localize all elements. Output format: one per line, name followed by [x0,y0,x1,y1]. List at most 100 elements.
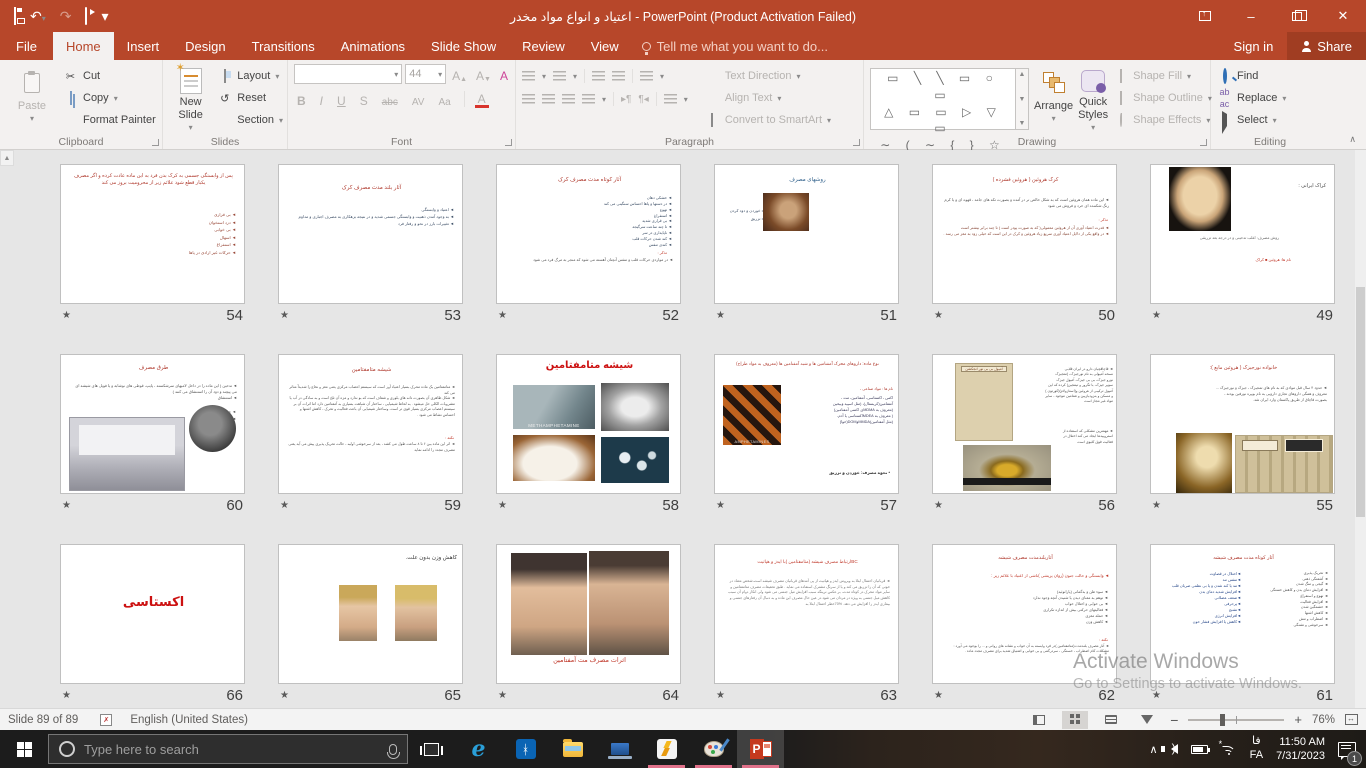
slide-show-icon[interactable] [1134,711,1160,729]
find-button[interactable]: Find [1217,67,1286,85]
slide-50-thumbnail[interactable]: کرک هروئین ( هروئین فشرده )◄ این ماده هم… [932,164,1117,304]
collapse-ribbon-icon[interactable]: ∧ [1349,134,1356,145]
start-from-beginning-icon[interactable] [85,9,87,23]
slide-text: نکته : [1068,637,1108,642]
font-dialog-launcher-icon[interactable] [505,139,512,146]
fit-to-window-icon[interactable] [1345,714,1358,725]
shape-effects-button[interactable]: Shape Effects▾ [1113,111,1212,129]
tab-design[interactable]: Design [172,32,238,60]
slide-58-thumbnail[interactable]: شیشه متامفتامینMETHAMPHETAMINE [496,354,681,494]
spell-check-icon[interactable]: ✗ [100,714,112,726]
reset-button[interactable]: ↺Reset [217,89,283,107]
zoom-slider-thumb[interactable] [1220,714,1225,726]
drawing-dialog-launcher-icon[interactable] [1200,139,1207,146]
slide-sorter-view-icon[interactable] [1062,711,1088,729]
volume-icon[interactable] [1171,744,1178,754]
shapes-gallery-scroll[interactable]: ▲▼▼ [1016,68,1029,130]
close-icon[interactable]: ✕ [1320,0,1366,32]
slide-57-thumbnail[interactable]: نوع ماده: داروهای محرک آمفتامین ها و شبه… [714,354,899,494]
slide-53-thumbnail[interactable]: آثار بلند مدت مصرف کرک◄ اعتیاد و وابستگی… [278,164,463,304]
slide-63-thumbnail[interactable]: BCارتباط مصرف شیشه (متامفتامین )با ایدز … [714,544,899,684]
new-slide-button[interactable]: New Slide▾ [169,64,212,133]
customize-qat-icon[interactable]: ▾ [101,9,108,23]
shape-fill-button[interactable]: Shape Fill▾ [1113,67,1212,85]
restore-icon[interactable] [1274,0,1320,32]
undo-icon[interactable]: ↶▾ [30,9,46,23]
slide-59-thumbnail[interactable]: شیشه متامفتامین◄ متامفتامین یک ماده محرک… [278,354,463,494]
convert-to-smartart-button[interactable]: Convert to SmartArt▾ [705,111,831,129]
taskbar-search-input[interactable]: Type here to search [48,734,408,764]
font-name-combo[interactable]: ▾ [294,64,402,84]
replace-button[interactable]: abacReplace▾ [1217,89,1286,107]
slide-52-thumbnail[interactable]: آثار کوتاه مدت مصرف کرک◄ خشکی دهان ◄ در … [496,164,681,304]
paragraph-dialog-launcher-icon[interactable] [853,139,860,146]
slide-55-thumbnail[interactable]: خانواده نورجیزک ( هروئین مایع ):◄ حدود ۴… [1150,354,1335,494]
tab-review[interactable]: Review [509,32,578,60]
slide-51-thumbnail[interactable]: روشهای مصرف• خوردن و دود کردن • تزریق [714,164,899,304]
scroll-up-icon[interactable]: ▲ [0,150,14,166]
tab-animations[interactable]: Animations [328,32,418,60]
clock[interactable]: 11:50 AM7/31/2023 [1276,735,1325,764]
ribbon-display-options-icon[interactable] [1182,0,1228,32]
winamp-button[interactable] [643,730,690,768]
select-button[interactable]: Select▾ [1217,111,1286,129]
edge-button[interactable]: e [455,730,502,768]
minimize-icon[interactable]: – [1228,0,1274,32]
vertical-scrollbar[interactable] [1355,150,1366,708]
zoom-level[interactable]: 76% [1312,714,1335,726]
bluetooth-button[interactable]: ᚼ [502,730,549,768]
wifi-icon[interactable]: * [1221,743,1237,755]
slide-54-thumbnail[interactable]: پس از وابستگی جسمی به کرک بدن فرد به این… [60,164,245,304]
powerpoint-button[interactable]: P [737,730,784,768]
scrollbar-thumb[interactable] [1356,287,1365,517]
slide-60-thumbnail[interactable]: طرق مصرف◄ تدخین ( این ماده را در داخل لا… [60,354,245,494]
slide-cell: آثار بلند مدت مصرف کرک◄ اعتیاد و وابستگی… [278,164,463,324]
shapes-gallery[interactable]: ▭ ╲ ╲ ▭ ○ ▭ △ ▭ ▭ ▷ ▽ ▭ ∼ ( ∼ { } ☆ [870,68,1016,130]
tab-file[interactable]: File [0,32,53,60]
text-direction-button[interactable]: Text Direction▾ [705,67,831,85]
layout-button[interactable]: Layout▾ [217,67,283,85]
cut-button[interactable]: ✂Cut [63,67,156,85]
file-explorer-button[interactable] [549,730,596,768]
align-text-button[interactable]: Align Text▾ [705,89,831,107]
format-painter-button[interactable]: Format Painter [63,111,156,129]
battery-icon[interactable] [1191,745,1208,754]
paint-button[interactable] [690,730,737,768]
slide-text: آثار کوتاه مدت مصرف کرک [517,177,662,184]
slide-56-thumbnail[interactable]: آمپول بی بی نور انجکشن◄ قاچاقچیان دارو د… [932,354,1117,494]
clipboard-dialog-launcher-icon[interactable] [152,139,159,146]
zoom-slider[interactable] [1188,719,1284,721]
microphone-icon[interactable] [389,744,397,755]
slide-65-thumbnail[interactable]: کاهش وزن بدون علت. [278,544,463,684]
slide-66-thumbnail[interactable]: اکستاسی [60,544,245,684]
save-icon[interactable] [14,9,16,23]
language-switcher[interactable]: فاFA [1250,735,1263,763]
tab-transitions[interactable]: Transitions [239,32,328,60]
hidden-icons-chevron-icon[interactable]: ∧ [1150,743,1158,756]
zoom-out-icon[interactable]: − [1170,712,1178,728]
section-button[interactable]: Section▾ [217,111,283,129]
tab-slide-show[interactable]: Slide Show [418,32,509,60]
tab-insert[interactable]: Insert [114,32,173,60]
tell-me-box[interactable]: Tell me what you want to do... [632,32,838,60]
copy-button[interactable]: Copy▾ [63,89,156,107]
arrange-button[interactable]: Arrange▾ [1034,64,1073,133]
slide-cell: آثار کوتاه مدت مصرف کرک◄ خشکی دهان ◄ در … [496,164,681,324]
task-view-button[interactable] [408,730,455,768]
sign-in-button[interactable]: Sign in [1220,32,1288,60]
slide-49-thumbnail[interactable]: کراک ایرانی :روش مصرف: اغلب تدخینی و در … [1150,164,1335,304]
computer-app-button[interactable] [596,730,643,768]
shape-outline-button[interactable]: Shape Outline▾ [1113,89,1212,107]
tab-view[interactable]: View [578,32,632,60]
reading-view-icon[interactable] [1098,711,1124,729]
slide-number: 54 [226,307,243,324]
share-button[interactable]: Share [1287,32,1366,60]
normal-view-icon[interactable] [1026,711,1052,729]
slide-64-thumbnail[interactable]: اثرات مصرف مت آمفتامین [496,544,681,684]
start-button[interactable] [0,730,48,768]
tab-home[interactable]: Home [53,32,114,60]
font-size-combo[interactable]: 44▾ [405,64,446,84]
language-indicator[interactable]: English (United States) [130,714,248,726]
zoom-in-icon[interactable]: + [1294,712,1302,727]
quick-styles-button[interactable]: Quick Styles▾ [1078,64,1108,133]
